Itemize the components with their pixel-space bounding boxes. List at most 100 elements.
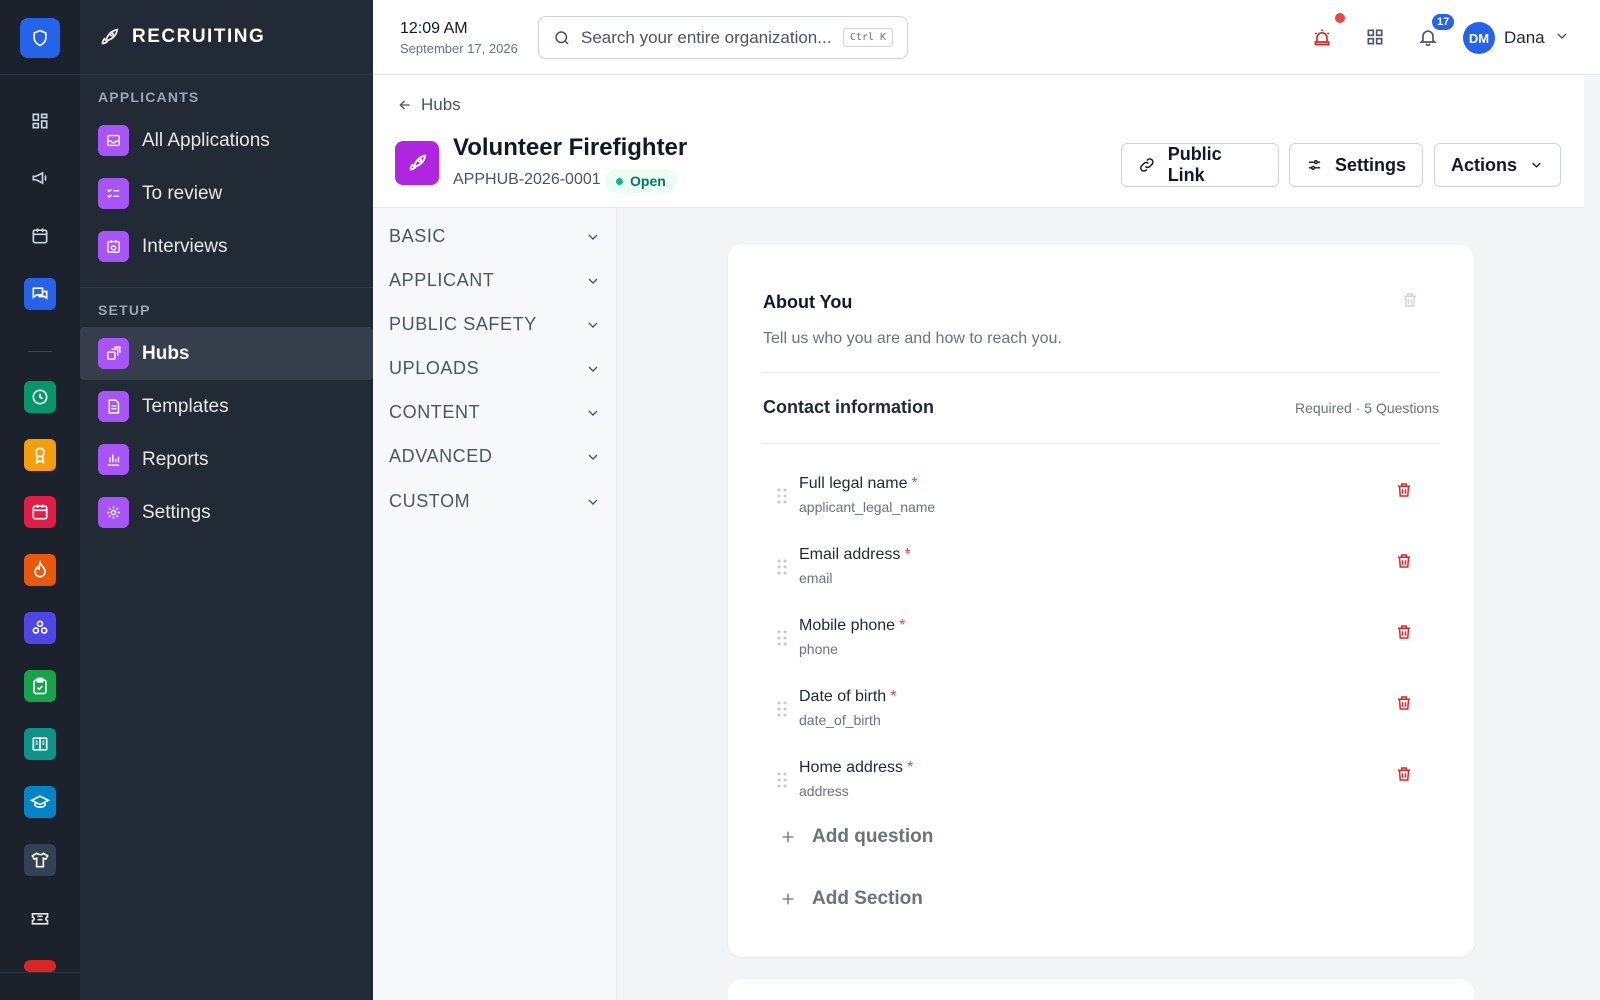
sidebar-item-label: To review: [142, 182, 223, 204]
uniform-icon[interactable]: [24, 844, 56, 876]
question-label: Full legal name *: [799, 475, 918, 493]
plus-icon: [782, 893, 794, 905]
link-icon: [1140, 158, 1154, 172]
search-shortcut-hint: Ctrl K: [842, 28, 893, 47]
question-key: address: [799, 783, 849, 799]
calendar-icon[interactable]: [24, 220, 56, 252]
drag-handle-icon[interactable]: [777, 629, 787, 652]
avatar[interactable]: DM: [1463, 22, 1495, 54]
messages-icon[interactable]: [24, 278, 56, 310]
award-icon[interactable]: [24, 439, 56, 471]
time-clock-icon[interactable]: [24, 381, 56, 413]
fire-icon[interactable]: [24, 554, 56, 586]
arrow-left-icon: [399, 100, 410, 110]
shield-logo-icon[interactable]: [20, 18, 60, 58]
sidebar-item-all-applications[interactable]: All Applications: [80, 114, 373, 167]
palette-group-custom[interactable]: CUSTOM: [389, 491, 601, 512]
megaphone-icon[interactable]: [24, 162, 56, 194]
graduation-cap-icon[interactable]: [24, 786, 56, 818]
sidebar-item-templates[interactable]: Templates: [80, 380, 373, 433]
trash-icon[interactable]: [1395, 694, 1413, 717]
question-row[interactable]: Email address * email: [763, 544, 1440, 606]
clock-date: September 17, 2026: [400, 41, 518, 56]
chevron-down-icon: [588, 322, 598, 328]
schedule-icon[interactable]: [24, 496, 56, 528]
documents-icon[interactable]: [24, 728, 56, 760]
sidebar-item-settings[interactable]: Settings: [80, 486, 373, 539]
add-question-button[interactable]: Add question: [780, 826, 933, 848]
public-link-button[interactable]: Public Link: [1121, 143, 1279, 187]
required-marker: *: [904, 546, 911, 563]
gear-icon: [98, 497, 129, 528]
ticket-icon[interactable]: [24, 902, 56, 934]
palette-group-public-safety[interactable]: PUBLIC SAFETY: [389, 314, 601, 335]
question-key: date_of_birth: [799, 712, 881, 728]
user-name[interactable]: Dana: [1504, 28, 1545, 48]
trash-icon[interactable]: [1401, 291, 1419, 314]
inbox-icon: [98, 125, 129, 156]
palette-group-basic[interactable]: BASIC: [389, 226, 601, 247]
question-label-text: Mobile phone: [799, 617, 896, 634]
drag-handle-icon[interactable]: [777, 771, 787, 794]
apps-grid-icon[interactable]: [1362, 24, 1388, 50]
palette-group-uploads[interactable]: UPLOADS: [389, 358, 601, 379]
sidebar-item-label: Interviews: [142, 235, 228, 257]
back-link[interactable]: Hubs: [397, 95, 461, 115]
public-link-label: Public Link: [1167, 144, 1222, 185]
clipboard-check-icon[interactable]: [24, 670, 56, 702]
drag-handle-icon[interactable]: [777, 487, 787, 510]
palette-group-label: BASIC: [389, 226, 447, 246]
sidebar-item-hubs[interactable]: Hubs: [80, 327, 373, 380]
search-input[interactable]: [581, 27, 831, 48]
chevron-down-icon: [1532, 162, 1541, 168]
palette-group-label: CONTENT: [389, 402, 481, 422]
question-row[interactable]: Date of birth * date_of_birth: [763, 686, 1440, 748]
palette-group-applicant[interactable]: APPLICANT: [389, 270, 601, 291]
siren-icon[interactable]: [1309, 24, 1335, 50]
trash-icon[interactable]: [1395, 765, 1413, 788]
top-bar: 12:09 AM September 17, 2026 Ctrl K 17 DM…: [373, 0, 1600, 75]
palette-group-content[interactable]: CONTENT: [389, 402, 601, 423]
chevron-down-icon: [588, 499, 598, 505]
trash-icon[interactable]: [1395, 623, 1413, 646]
app-rail: [0, 0, 80, 1000]
alert-indicator-dot: [1335, 13, 1345, 23]
palette-group-advanced[interactable]: ADVANCED: [389, 446, 601, 467]
drag-handle-icon[interactable]: [777, 558, 787, 581]
question-label: Email address *: [799, 546, 911, 564]
question-row[interactable]: Full legal name * applicant_legal_name: [763, 473, 1440, 535]
question-key: email: [799, 570, 833, 586]
sidebar-item-to-review[interactable]: To review: [80, 167, 373, 220]
bar-chart-icon: [98, 444, 129, 475]
question-label-text: Full legal name: [799, 475, 908, 492]
required-marker: *: [890, 688, 897, 705]
actions-button[interactable]: Actions: [1434, 143, 1561, 187]
global-search[interactable]: Ctrl K: [538, 16, 908, 59]
sidebar-item-label: All Applications: [142, 129, 270, 151]
dashboard-icon[interactable]: [24, 105, 56, 137]
add-section-button[interactable]: Add Section: [780, 888, 923, 910]
settings-button[interactable]: Settings: [1289, 143, 1423, 187]
palette-group-label: CUSTOM: [389, 491, 471, 511]
sidebar-item-label: Templates: [142, 395, 229, 417]
search-icon: [555, 30, 569, 45]
question-row[interactable]: Home address * address: [763, 757, 1440, 819]
add-section-label: Add Section: [812, 888, 923, 909]
chevron-down-icon[interactable]: [1554, 28, 1570, 49]
alert-icon[interactable]: [24, 960, 56, 972]
sidebar-item-interviews[interactable]: Interviews: [80, 220, 373, 273]
add-question-label: Add question: [812, 826, 934, 847]
trash-icon[interactable]: [1395, 552, 1413, 575]
teams-icon[interactable]: [24, 612, 56, 644]
required-marker: *: [899, 617, 906, 634]
next-form-card: [728, 979, 1474, 1000]
notification-count-badge: 17: [1430, 12, 1457, 32]
drag-handle-icon[interactable]: [777, 700, 787, 723]
chevron-down-icon: [588, 234, 598, 240]
question-label: Home address *: [799, 759, 913, 777]
question-label-text: Date of birth: [799, 688, 887, 705]
sidebar-item-reports[interactable]: Reports: [80, 433, 373, 486]
question-row[interactable]: Mobile phone * phone: [763, 615, 1440, 677]
actions-label: Actions: [1451, 154, 1518, 175]
trash-icon[interactable]: [1395, 481, 1413, 504]
